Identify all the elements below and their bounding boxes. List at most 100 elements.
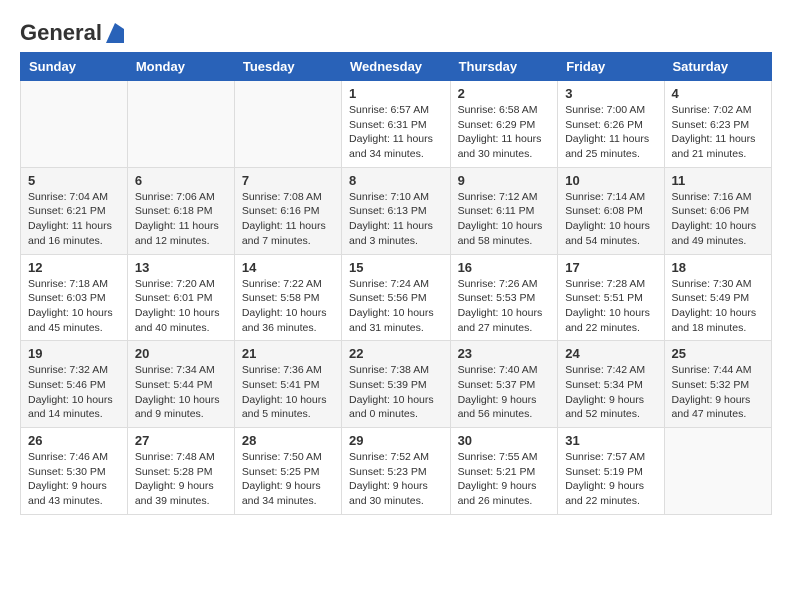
day-info: Sunrise: 7:57 AM Sunset: 5:19 PM Dayligh… bbox=[565, 450, 656, 509]
calendar-day-cell: 12 Sunrise: 7:18 AM Sunset: 6:03 PM Dayli… bbox=[21, 254, 128, 341]
day-info: Sunrise: 7:00 AM Sunset: 6:26 PM Dayligh… bbox=[565, 103, 656, 162]
day-info: Sunrise: 7:40 AM Sunset: 5:37 PM Dayligh… bbox=[458, 363, 551, 422]
day-number: 2 bbox=[458, 86, 551, 101]
calendar-day-cell: 2 Sunrise: 6:58 AM Sunset: 6:29 PM Daylig… bbox=[450, 81, 558, 168]
logo-arrow-icon bbox=[106, 23, 124, 43]
day-number: 15 bbox=[349, 260, 443, 275]
day-info: Sunrise: 7:12 AM Sunset: 6:11 PM Dayligh… bbox=[458, 190, 551, 249]
day-info: Sunrise: 7:46 AM Sunset: 5:30 PM Dayligh… bbox=[28, 450, 120, 509]
weekday-header-sunday: Sunday bbox=[21, 53, 128, 81]
calendar-table: SundayMondayTuesdayWednesdayThursdayFrid… bbox=[20, 52, 772, 515]
day-number: 25 bbox=[672, 346, 764, 361]
day-number: 27 bbox=[135, 433, 227, 448]
calendar-day-cell: 22Sunrise: 7:38 AM Sunset: 5:39 PM Dayli… bbox=[342, 341, 451, 428]
day-number: 29 bbox=[349, 433, 443, 448]
day-info: Sunrise: 7:32 AM Sunset: 5:46 PM Dayligh… bbox=[28, 363, 120, 422]
day-number: 1 bbox=[349, 86, 443, 101]
calendar-day-cell: 26Sunrise: 7:46 AM Sunset: 5:30 PM Dayli… bbox=[21, 428, 128, 515]
day-info: Sunrise: 7:16 AM Sunset: 6:06 PM Dayligh… bbox=[672, 190, 764, 249]
calendar-empty-cell bbox=[234, 81, 341, 168]
day-info: Sunrise: 7:34 AM Sunset: 5:44 PM Dayligh… bbox=[135, 363, 227, 422]
calendar-day-cell: 8 Sunrise: 7:10 AM Sunset: 6:13 PM Daylig… bbox=[342, 167, 451, 254]
calendar-day-cell: 9 Sunrise: 7:12 AM Sunset: 6:11 PM Daylig… bbox=[450, 167, 558, 254]
day-number: 9 bbox=[458, 173, 551, 188]
calendar-day-cell: 21 Sunrise: 7:36 AM Sunset: 5:41 PM Dayli… bbox=[234, 341, 341, 428]
weekday-header-friday: Friday bbox=[558, 53, 664, 81]
day-info: Sunrise: 7:08 AM Sunset: 6:16 PM Dayligh… bbox=[242, 190, 334, 249]
day-info: Sunrise: 6:57 AM Sunset: 6:31 PM Dayligh… bbox=[349, 103, 443, 162]
day-number: 31 bbox=[565, 433, 656, 448]
day-info: Sunrise: 7:06 AM Sunset: 6:18 PM Dayligh… bbox=[135, 190, 227, 249]
day-info: Sunrise: 7:02 AM Sunset: 6:23 PM Dayligh… bbox=[672, 103, 764, 162]
calendar-day-cell: 27 Sunrise: 7:48 AM Sunset: 5:28 PM Dayli… bbox=[127, 428, 234, 515]
calendar-day-cell: 28 Sunrise: 7:50 AM Sunset: 5:25 PM Dayli… bbox=[234, 428, 341, 515]
calendar-day-cell: 6 Sunrise: 7:06 AM Sunset: 6:18 PM Daylig… bbox=[127, 167, 234, 254]
calendar-day-cell: 31 Sunrise: 7:57 AM Sunset: 5:19 PM Dayli… bbox=[558, 428, 664, 515]
calendar-day-cell: 1 Sunrise: 6:57 AM Sunset: 6:31 PM Daylig… bbox=[342, 81, 451, 168]
calendar-day-cell: 24Sunrise: 7:42 AM Sunset: 5:34 PM Dayli… bbox=[558, 341, 664, 428]
calendar-week-row: 12 Sunrise: 7:18 AM Sunset: 6:03 PM Dayli… bbox=[21, 254, 772, 341]
calendar-empty-cell bbox=[127, 81, 234, 168]
day-number: 10 bbox=[565, 173, 656, 188]
calendar-week-row: 19 Sunrise: 7:32 AM Sunset: 5:46 PM Dayli… bbox=[21, 341, 772, 428]
calendar-day-cell: 4 Sunrise: 7:02 AM Sunset: 6:23 PM Daylig… bbox=[664, 81, 771, 168]
calendar-day-cell: 16 Sunrise: 7:26 AM Sunset: 5:53 PM Dayli… bbox=[450, 254, 558, 341]
day-number: 17 bbox=[565, 260, 656, 275]
day-number: 20 bbox=[135, 346, 227, 361]
day-number: 16 bbox=[458, 260, 551, 275]
day-number: 23 bbox=[458, 346, 551, 361]
calendar-day-cell: 30Sunrise: 7:55 AM Sunset: 5:21 PM Dayli… bbox=[450, 428, 558, 515]
day-number: 22 bbox=[349, 346, 443, 361]
calendar-day-cell: 18Sunrise: 7:30 AM Sunset: 5:49 PM Dayli… bbox=[664, 254, 771, 341]
day-info: Sunrise: 7:24 AM Sunset: 5:56 PM Dayligh… bbox=[349, 277, 443, 336]
calendar-day-cell: 20 Sunrise: 7:34 AM Sunset: 5:44 PM Dayli… bbox=[127, 341, 234, 428]
day-info: Sunrise: 6:58 AM Sunset: 6:29 PM Dayligh… bbox=[458, 103, 551, 162]
day-number: 11 bbox=[672, 173, 764, 188]
day-info: Sunrise: 7:20 AM Sunset: 6:01 PM Dayligh… bbox=[135, 277, 227, 336]
calendar-day-cell: 7 Sunrise: 7:08 AM Sunset: 6:16 PM Daylig… bbox=[234, 167, 341, 254]
day-number: 14 bbox=[242, 260, 334, 275]
day-number: 28 bbox=[242, 433, 334, 448]
day-info: Sunrise: 7:50 AM Sunset: 5:25 PM Dayligh… bbox=[242, 450, 334, 509]
day-info: Sunrise: 7:18 AM Sunset: 6:03 PM Dayligh… bbox=[28, 277, 120, 336]
weekday-header-saturday: Saturday bbox=[664, 53, 771, 81]
calendar-day-cell: 10Sunrise: 7:14 AM Sunset: 6:08 PM Dayli… bbox=[558, 167, 664, 254]
day-number: 8 bbox=[349, 173, 443, 188]
day-info: Sunrise: 7:48 AM Sunset: 5:28 PM Dayligh… bbox=[135, 450, 227, 509]
day-info: Sunrise: 7:04 AM Sunset: 6:21 PM Dayligh… bbox=[28, 190, 120, 249]
day-number: 4 bbox=[672, 86, 764, 101]
calendar-week-row: 26Sunrise: 7:46 AM Sunset: 5:30 PM Dayli… bbox=[21, 428, 772, 515]
weekday-header-thursday: Thursday bbox=[450, 53, 558, 81]
calendar-day-cell: 3 Sunrise: 7:00 AM Sunset: 6:26 PM Daylig… bbox=[558, 81, 664, 168]
calendar-day-cell: 11 Sunrise: 7:16 AM Sunset: 6:06 PM Dayli… bbox=[664, 167, 771, 254]
day-number: 7 bbox=[242, 173, 334, 188]
calendar-day-cell: 23 Sunrise: 7:40 AM Sunset: 5:37 PM Dayli… bbox=[450, 341, 558, 428]
calendar-day-cell: 17Sunrise: 7:28 AM Sunset: 5:51 PM Dayli… bbox=[558, 254, 664, 341]
day-info: Sunrise: 7:22 AM Sunset: 5:58 PM Dayligh… bbox=[242, 277, 334, 336]
logo-general-text: General bbox=[20, 20, 102, 46]
day-info: Sunrise: 7:26 AM Sunset: 5:53 PM Dayligh… bbox=[458, 277, 551, 336]
logo: General bbox=[20, 20, 124, 42]
day-number: 12 bbox=[28, 260, 120, 275]
calendar-empty-cell bbox=[664, 428, 771, 515]
calendar-day-cell: 15 Sunrise: 7:24 AM Sunset: 5:56 PM Dayli… bbox=[342, 254, 451, 341]
day-number: 13 bbox=[135, 260, 227, 275]
day-number: 3 bbox=[565, 86, 656, 101]
day-number: 5 bbox=[28, 173, 120, 188]
day-number: 21 bbox=[242, 346, 334, 361]
calendar-day-cell: 29Sunrise: 7:52 AM Sunset: 5:23 PM Dayli… bbox=[342, 428, 451, 515]
day-number: 6 bbox=[135, 173, 227, 188]
calendar-week-row: 5 Sunrise: 7:04 AM Sunset: 6:21 PM Daylig… bbox=[21, 167, 772, 254]
calendar-week-row: 1 Sunrise: 6:57 AM Sunset: 6:31 PM Daylig… bbox=[21, 81, 772, 168]
day-number: 19 bbox=[28, 346, 120, 361]
day-info: Sunrise: 7:36 AM Sunset: 5:41 PM Dayligh… bbox=[242, 363, 334, 422]
weekday-header-monday: Monday bbox=[127, 53, 234, 81]
day-info: Sunrise: 7:30 AM Sunset: 5:49 PM Dayligh… bbox=[672, 277, 764, 336]
calendar-day-cell: 5 Sunrise: 7:04 AM Sunset: 6:21 PM Daylig… bbox=[21, 167, 128, 254]
day-number: 24 bbox=[565, 346, 656, 361]
weekday-header-tuesday: Tuesday bbox=[234, 53, 341, 81]
calendar-day-cell: 14 Sunrise: 7:22 AM Sunset: 5:58 PM Dayli… bbox=[234, 254, 341, 341]
calendar-day-cell: 25Sunrise: 7:44 AM Sunset: 5:32 PM Dayli… bbox=[664, 341, 771, 428]
day-info: Sunrise: 7:10 AM Sunset: 6:13 PM Dayligh… bbox=[349, 190, 443, 249]
weekday-header-wednesday: Wednesday bbox=[342, 53, 451, 81]
